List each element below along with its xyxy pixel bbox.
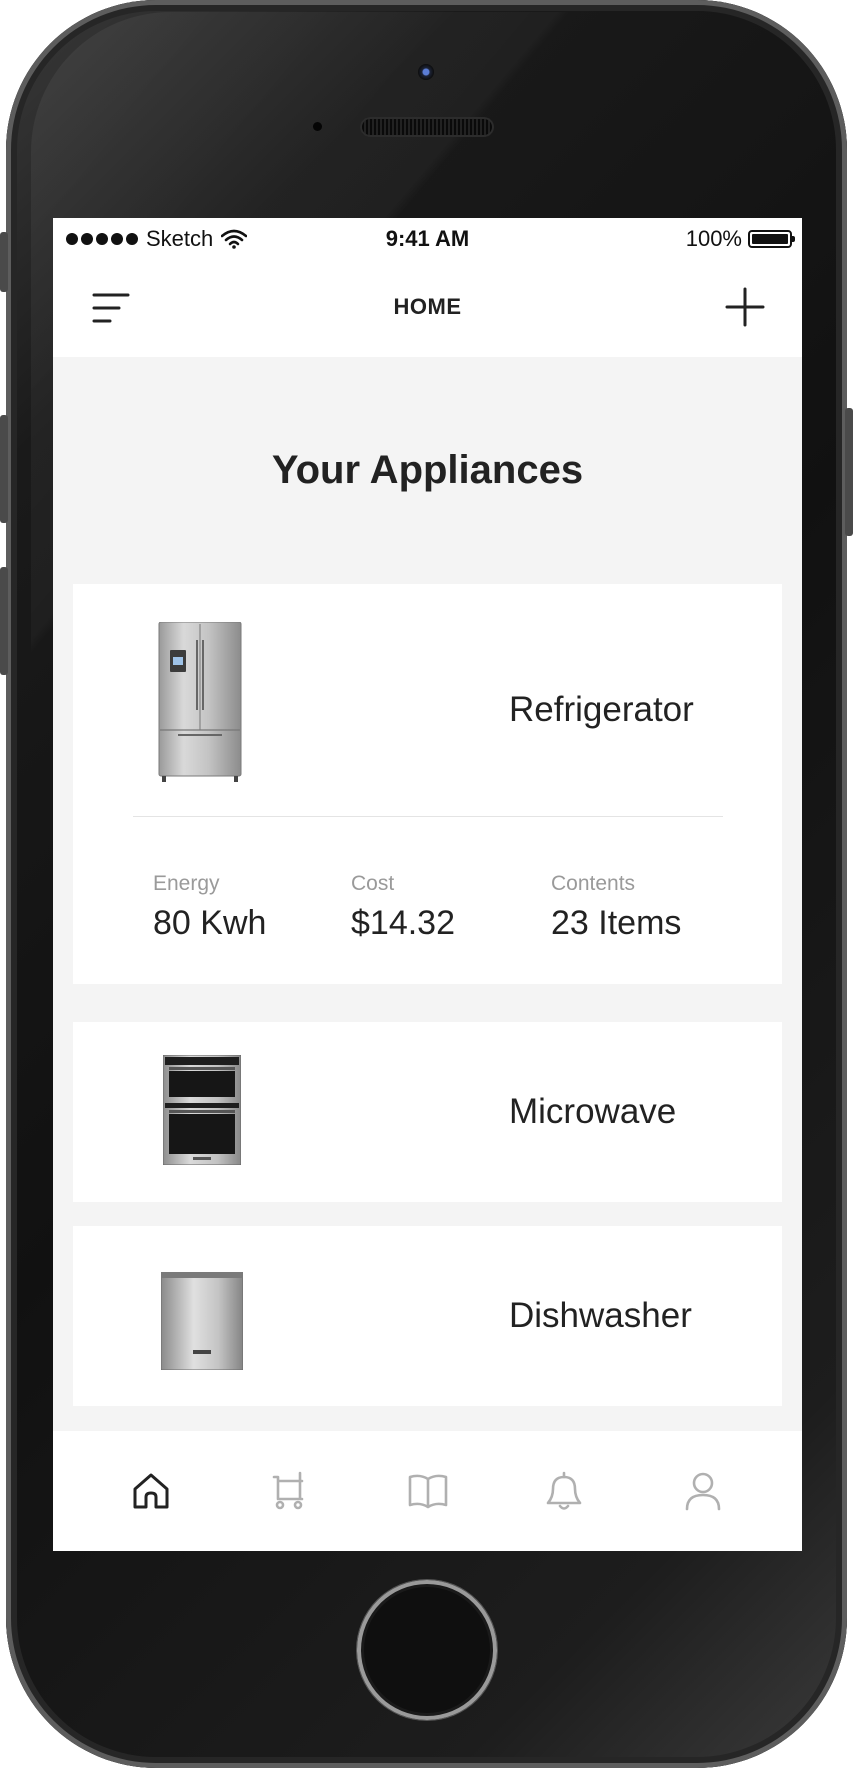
microwave-oven-image [163,1055,241,1165]
dishwasher-image [161,1272,243,1370]
appliance-name: Refrigerator [509,690,694,729]
book-icon [408,1474,448,1509]
battery-icon [748,230,795,248]
stat-value: 80 Kwh [153,904,267,942]
stat-contents: Contents 23 Items [551,872,681,943]
silent-switch [0,232,8,292]
stat-value: $14.32 [351,904,455,942]
status-bar: Sketch 9:41 AM 100% [53,218,802,258]
stat-cost: Cost $14.32 [351,872,455,943]
stat-energy: Energy 80 Kwh [153,872,266,943]
front-camera [418,64,434,80]
appliance-card-refrigerator[interactable]: Refrigerator Energy 80 Kwh Cost $14.32 C… [73,584,782,984]
navigation-bar: HOME [53,258,802,357]
bell-icon [546,1471,582,1510]
appliance-card-dishwasher[interactable]: Dishwasher [73,1226,782,1406]
tab-book[interactable] [378,1431,478,1551]
app-screen: Sketch 9:41 AM 100% HOME Your Appliances [53,218,802,1551]
stat-label: Contents [551,872,636,895]
battery-percent: 100% [685,226,742,251]
tab-cart[interactable] [238,1431,338,1551]
home-icon [133,1473,169,1509]
volume-down-button [0,567,8,675]
stat-value: 23 Items [551,904,682,942]
volume-up-button [0,415,8,523]
appliance-card-microwave[interactable]: Microwave [73,1022,782,1202]
proximity-sensor [313,122,322,131]
user-icon [685,1472,721,1511]
page-title: Your Appliances [271,448,584,492]
earpiece-speaker [360,117,494,137]
refrigerator-image [158,622,242,782]
card-divider [133,816,723,817]
home-button[interactable] [357,1580,497,1720]
stat-label: Energy [153,872,220,895]
tab-bar [53,1431,802,1551]
appliance-name: Dishwasher [509,1296,692,1335]
tab-notifications[interactable] [514,1431,614,1551]
nav-title: HOME [393,294,462,319]
appliance-name: Microwave [509,1092,677,1131]
stat-label: Cost [351,872,395,895]
cart-icon [272,1471,304,1510]
tab-home[interactable] [101,1431,201,1551]
tab-profile[interactable] [653,1431,753,1551]
power-button [845,408,853,536]
add-icon[interactable] [724,286,766,328]
